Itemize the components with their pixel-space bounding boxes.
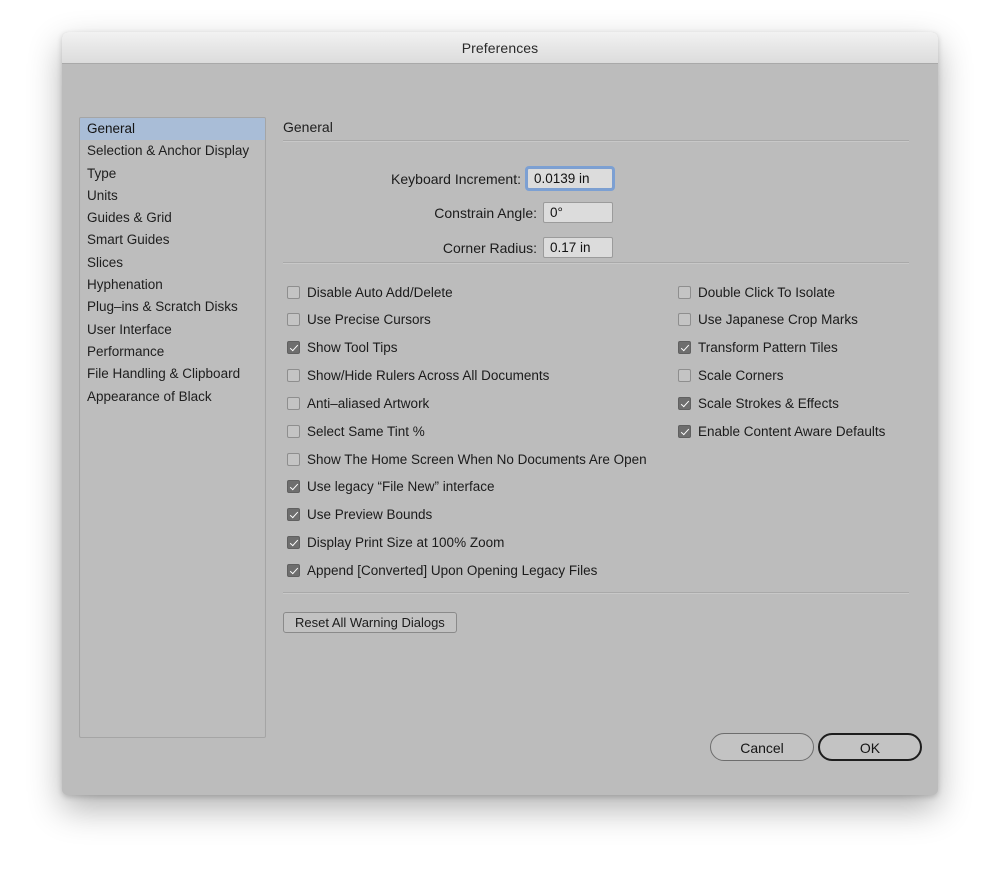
checkbox-checked-icon[interactable] bbox=[287, 564, 300, 577]
checkbox-checked-icon[interactable] bbox=[678, 396, 691, 410]
field-label: Corner Radius: bbox=[442, 239, 537, 256]
checkbox-row[interactable]: Show The Home Screen When No Documents A… bbox=[287, 450, 647, 468]
checkbox-row[interactable]: Select Same Tint % bbox=[287, 422, 425, 440]
checkbox-row[interactable]: Enable Content Aware Defaults bbox=[678, 422, 885, 440]
checkbox-label: Use Japanese Crop Marks bbox=[698, 312, 858, 328]
checkbox-row[interactable]: Disable Auto Add/Delete bbox=[287, 283, 453, 301]
checkbox-label: Use Precise Cursors bbox=[307, 312, 431, 328]
ok-button[interactable]: OK bbox=[818, 733, 922, 761]
checkbox-label: Use Preview Bounds bbox=[307, 507, 433, 523]
sidebar-item-file-handling-clipboard[interactable]: File Handling & Clipboard bbox=[80, 363, 265, 385]
checkbox-row[interactable]: Double Click To Isolate bbox=[678, 283, 835, 301]
pane-title: General bbox=[283, 119, 333, 135]
checkbox-row[interactable]: Use Japanese Crop Marks bbox=[678, 311, 858, 329]
field-label: Constrain Angle: bbox=[434, 204, 537, 221]
reset-all-warning-dialogs-button[interactable]: Reset All Warning Dialogs bbox=[283, 612, 457, 633]
category-sidebar[interactable]: General Selection & Anchor Display Type Uni… bbox=[79, 117, 266, 738]
checkbox-label: Show Tool Tips bbox=[307, 340, 398, 356]
sidebar-item-general[interactable]: General bbox=[80, 118, 265, 141]
separator-top bbox=[283, 140, 909, 142]
sidebar-item-user-interface[interactable]: User Interface bbox=[80, 319, 265, 341]
checkbox-unchecked-icon[interactable] bbox=[287, 396, 300, 410]
sidebar-item-units[interactable]: Units bbox=[80, 185, 265, 207]
screen: Preferences General Selection & Anchor Di… bbox=[0, 0, 999, 881]
checkbox-unchecked-icon[interactable] bbox=[287, 452, 300, 466]
sidebar-item-guides-grid[interactable]: Guides & Grid bbox=[80, 207, 265, 229]
checkbox-unchecked-icon[interactable] bbox=[287, 313, 300, 327]
checkbox-checked-icon[interactable] bbox=[287, 536, 300, 550]
checkbox-row[interactable]: Display Print Size at 100% Zoom bbox=[287, 534, 504, 552]
checkbox-label: Enable Content Aware Defaults bbox=[698, 423, 886, 439]
window-title: Preferences bbox=[461, 39, 539, 56]
sidebar-item-slices[interactable]: Slices bbox=[80, 252, 265, 274]
separator-middle bbox=[283, 262, 909, 264]
checkbox-unchecked-icon[interactable] bbox=[678, 369, 691, 383]
checkbox-checked-icon[interactable] bbox=[287, 480, 300, 494]
checkbox-checked-icon[interactable] bbox=[287, 341, 300, 355]
checkbox-unchecked-icon[interactable] bbox=[678, 313, 691, 327]
checkbox-row[interactable]: Append [Converted] Upon Opening Legacy F… bbox=[287, 562, 597, 580]
cancel-button[interactable]: Cancel bbox=[710, 733, 814, 761]
checkbox-row[interactable]: Transform Pattern Tiles bbox=[678, 339, 838, 357]
field-row: Corner Radius: bbox=[283, 237, 613, 258]
checkbox-label: Anti–aliased Artwork bbox=[307, 395, 430, 411]
sidebar-item-plug-ins-scratch-disks[interactable]: Plug–ins & Scratch Disks bbox=[80, 296, 265, 318]
checkbox-row[interactable]: Show/Hide Rulers Across All Documents bbox=[287, 367, 549, 385]
checkbox-unchecked-icon[interactable] bbox=[287, 424, 300, 438]
field-label: Keyboard Increment: bbox=[391, 170, 521, 187]
field-input[interactable] bbox=[543, 202, 613, 223]
separator-bottom bbox=[283, 592, 909, 594]
checkbox-label: Double Click To Isolate bbox=[698, 284, 836, 300]
sidebar-item-smart-guides[interactable]: Smart Guides bbox=[80, 229, 265, 251]
checkbox-label: Use legacy “File New” interface bbox=[307, 479, 495, 495]
field-row: Constrain Angle: bbox=[283, 202, 613, 223]
sidebar-item-type[interactable]: Type bbox=[80, 163, 265, 185]
checkbox-label: Disable Auto Add/Delete bbox=[307, 284, 453, 300]
checkbox-row[interactable]: Use Precise Cursors bbox=[287, 311, 431, 329]
field-input[interactable] bbox=[527, 168, 613, 189]
window-titlebar: Preferences bbox=[62, 32, 938, 64]
checkbox-label: Append [Converted] Upon Opening Legacy F… bbox=[307, 563, 598, 578]
preferences-dialog: Preferences General Selection & Anchor Di… bbox=[62, 32, 938, 795]
dialog-body: General Selection & Anchor Display Type Uni… bbox=[62, 64, 938, 795]
checkbox-label: Show/Hide Rulers Across All Documents bbox=[307, 368, 550, 384]
checkbox-checked-icon[interactable] bbox=[678, 424, 691, 438]
checkbox-label: Show The Home Screen When No Documents A… bbox=[307, 451, 647, 467]
checkbox-checked-icon[interactable] bbox=[287, 508, 300, 522]
checkbox-checked-icon[interactable] bbox=[678, 341, 691, 355]
checkbox-label: Transform Pattern Tiles bbox=[698, 340, 838, 356]
checkbox-row[interactable]: Show Tool Tips bbox=[287, 339, 398, 357]
checkbox-label: Display Print Size at 100% Zoom bbox=[307, 535, 505, 551]
field-input[interactable] bbox=[543, 237, 613, 258]
checkbox-row[interactable]: Scale Strokes & Effects bbox=[678, 394, 839, 412]
sidebar-item-appearance-of-black[interactable]: Appearance of Black bbox=[80, 386, 265, 408]
field-row: Keyboard Increment: bbox=[283, 168, 613, 189]
checkbox-unchecked-icon[interactable] bbox=[287, 285, 300, 299]
checkbox-label: Select Same Tint % bbox=[307, 423, 425, 439]
checkbox-row[interactable]: Use Preview Bounds bbox=[287, 506, 432, 524]
checkbox-unchecked-icon[interactable] bbox=[678, 285, 691, 299]
sidebar-item-performance[interactable]: Performance bbox=[80, 341, 265, 363]
checkbox-row[interactable]: Scale Corners bbox=[678, 367, 784, 385]
checkbox-row[interactable]: Anti–aliased Artwork bbox=[287, 394, 429, 412]
sidebar-item-selection-anchor-display[interactable]: Selection & Anchor Display bbox=[80, 140, 265, 162]
sidebar-item-hyphenation[interactable]: Hyphenation bbox=[80, 274, 265, 296]
checkbox-label: Scale Strokes & Effects bbox=[698, 395, 839, 411]
checkbox-unchecked-icon[interactable] bbox=[287, 369, 300, 383]
checkbox-row[interactable]: Use legacy “File New” interface bbox=[287, 478, 495, 496]
checkbox-label: Scale Corners bbox=[698, 368, 784, 384]
